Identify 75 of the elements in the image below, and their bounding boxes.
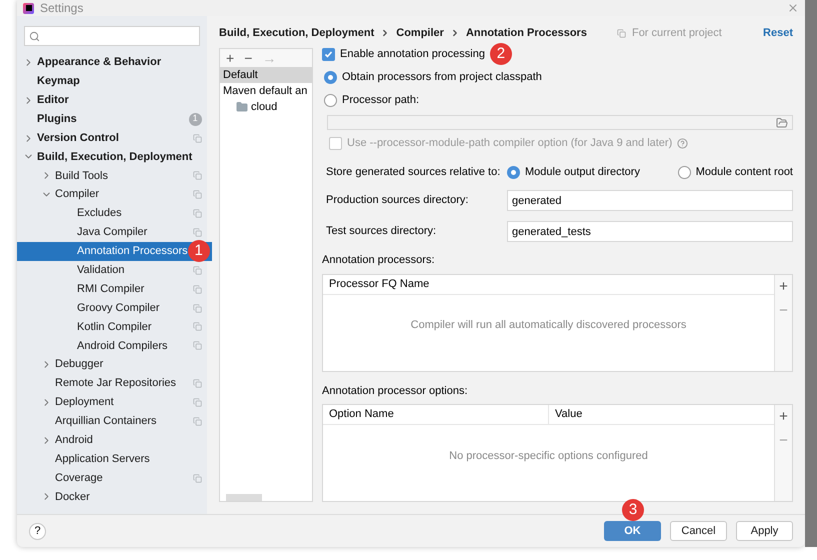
- sidebar-item[interactable]: Groovy Compiler: [17, 298, 212, 318]
- sidebar-item[interactable]: Arquillian Containers: [17, 412, 212, 431]
- sidebar-item[interactable]: Appearance & Behavior: [17, 53, 212, 72]
- empty-table-text: No processor-specific options configured: [449, 448, 648, 464]
- module-item[interactable]: cloud: [220, 99, 312, 115]
- add-button[interactable]: +: [779, 409, 788, 425]
- check-icon: [324, 50, 333, 58]
- checkbox-label[interactable]: Enable annotation processing: [340, 46, 485, 62]
- breadcrumb-item[interactable]: Compiler: [396, 24, 444, 42]
- sidebar-item[interactable]: Excludes: [17, 204, 212, 224]
- field-label: Test sources directory:: [326, 224, 438, 240]
- sidebar-item[interactable]: Docker: [17, 487, 212, 506]
- sidebar-item[interactable]: Remote Jar Repositories: [17, 374, 212, 394]
- directory-field[interactable]: generated_tests: [507, 221, 793, 242]
- sidebar-item[interactable]: Kotlin Compiler: [17, 317, 212, 336]
- count-badge: 1: [188, 112, 202, 126]
- sidebar-item[interactable]: Build, Execution, Deployment: [17, 147, 212, 166]
- sidebar-item[interactable]: Java Compiler: [17, 223, 212, 242]
- radio-label[interactable]: Module output directory: [525, 164, 640, 180]
- radio-label[interactable]: Module content root: [696, 164, 793, 180]
- sidebar-item[interactable]: Android: [17, 430, 212, 450]
- sidebar-item[interactable]: Annotation Processors 1: [17, 242, 212, 261]
- cancel-button[interactable]: Cancel: [670, 521, 727, 541]
- checkbox[interactable]: [322, 48, 335, 60]
- sidebar-item[interactable]: Debugger: [17, 355, 212, 374]
- ok-button[interactable]: OK: [604, 521, 661, 541]
- radio-button[interactable]: [324, 70, 337, 84]
- module-folder-icon: [236, 101, 248, 113]
- help-button[interactable]: ?: [29, 522, 46, 540]
- field-label: Store generated sources relative to:: [326, 164, 502, 180]
- help-icon[interactable]: [677, 138, 688, 148]
- radio-button[interactable]: [678, 166, 691, 178]
- radio-label[interactable]: Obtain processors from project classpath: [342, 68, 542, 86]
- breadcrumb-item[interactable]: Annotation Processors: [466, 24, 587, 42]
- app-logo-icon: [23, 2, 34, 14]
- callout-badge: 3: [622, 499, 644, 521]
- remove-button[interactable]: −: [244, 51, 252, 65]
- section-label: Annotation processor options:: [322, 384, 469, 398]
- sidebar-item[interactable]: Compiler: [17, 185, 212, 204]
- field-label: Production sources directory:: [326, 193, 470, 208]
- sidebar-item[interactable]: Android Compilers: [17, 336, 212, 356]
- reset-link[interactable]: Reset: [763, 24, 793, 42]
- apply-button[interactable]: Apply: [736, 521, 793, 541]
- sidebar-item[interactable]: Validation: [17, 260, 212, 280]
- add-button[interactable]: +: [226, 51, 234, 65]
- callout-badge: 1: [188, 240, 210, 262]
- callout-badge: 2: [490, 43, 512, 65]
- sidebar-item[interactable]: Coverage: [17, 468, 212, 488]
- sidebar-item[interactable]: Build Tools: [17, 166, 212, 186]
- breadcrumb-item[interactable]: Build, Execution, Deployment: [219, 24, 374, 42]
- column-header[interactable]: Option Name: [323, 405, 548, 424]
- directory-field[interactable]: generated: [507, 190, 793, 211]
- search-field[interactable]: [24, 26, 200, 46]
- close-icon[interactable]: [787, 2, 799, 14]
- scope-note: For current project: [632, 26, 722, 41]
- sidebar-item[interactable]: Plugins 1: [17, 110, 212, 129]
- add-button[interactable]: +: [779, 278, 788, 294]
- radio-label[interactable]: Processor path:: [342, 92, 420, 108]
- sidebar-item[interactable]: Deployment: [17, 393, 212, 412]
- radio-button[interactable]: [324, 94, 337, 106]
- sidebar-item[interactable]: Keymap: [17, 72, 212, 91]
- sidebar-item[interactable]: Editor: [17, 90, 212, 110]
- profile-item[interactable]: Maven default an: [220, 83, 312, 99]
- window-title: Settings: [40, 0, 84, 17]
- sidebar-item[interactable]: Application Servers: [17, 450, 212, 469]
- radio-button[interactable]: [507, 166, 520, 178]
- project-scope-icon: [616, 28, 626, 38]
- section-label: Annotation processors:: [322, 253, 436, 268]
- profile-item[interactable]: Default: [220, 67, 312, 83]
- column-header[interactable]: Processor FQ Name: [323, 274, 774, 294]
- sidebar-item[interactable]: RMI Compiler: [17, 280, 212, 299]
- search-icon: [29, 30, 40, 42]
- sidebar-item[interactable]: Version Control: [17, 128, 212, 148]
- empty-table-text: Compiler will run all automatically discovered processors: [410, 318, 686, 334]
- scrollbar-thumb[interactable]: [226, 494, 262, 501]
